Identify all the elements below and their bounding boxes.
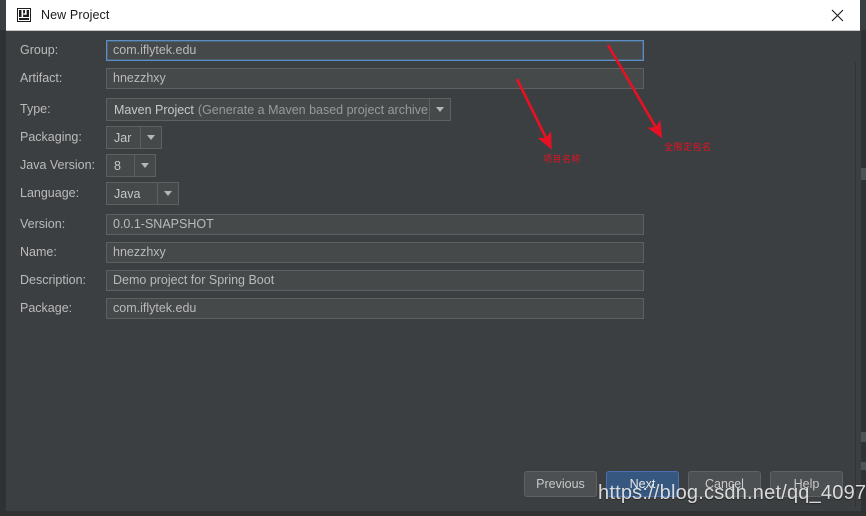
close-icon[interactable] — [814, 0, 860, 30]
label-java-version: Java Version: — [20, 158, 96, 172]
description-input[interactable]: Demo project for Spring Boot — [106, 270, 644, 291]
label-package: Package: — [20, 301, 73, 315]
form-row-type: Type: Maven Project (Generate a Maven ba… — [20, 98, 660, 121]
label-artifact: Artifact: — [20, 71, 63, 85]
form-row-description: Description: Demo project for Spring Boo… — [20, 269, 660, 292]
language-combobox[interactable]: Java — [106, 182, 179, 205]
form-row-version: Version: 0.0.1-SNAPSHOT — [20, 213, 660, 236]
form-row-package: Package: com.iflytek.edu — [20, 297, 660, 320]
label-language: Language: — [20, 186, 80, 200]
form-row-group: Group: com.iflytek.edu — [20, 39, 660, 62]
chevron-down-icon[interactable] — [134, 155, 155, 176]
chevron-down-icon[interactable] — [140, 127, 161, 148]
window-edge-speck — [861, 432, 866, 442]
java-version-combobox[interactable]: 8 — [106, 154, 156, 177]
label-description: Description: — [20, 273, 86, 287]
form-row-name: Name: hnezzhxy — [20, 241, 660, 264]
dialog-button-bar: Previous Next Cancel Help — [6, 471, 861, 497]
window-edge-bottom — [0, 511, 866, 516]
label-version: Version: — [20, 217, 66, 231]
annotation-project-name: 项目名称 — [543, 155, 582, 165]
label-type: Type: — [20, 102, 51, 116]
title-bar: New Project — [6, 0, 860, 31]
packaging-combobox[interactable]: Jar — [106, 126, 162, 149]
package-input[interactable]: com.iflytek.edu — [106, 298, 644, 319]
window-edge-right — [861, 30, 866, 516]
next-button[interactable]: Next — [606, 471, 679, 497]
previous-button[interactable]: Previous — [524, 471, 597, 497]
type-value-hint: (Generate a Maven based project archive.… — [197, 102, 429, 117]
form-row-language: Language: Java — [20, 182, 660, 205]
chevron-down-icon[interactable] — [157, 183, 178, 204]
type-combobox-value: Maven Project (Generate a Maven based pr… — [107, 99, 429, 120]
project-metadata-form: Group: com.iflytek.edu Artifact: hnezzhx… — [20, 39, 660, 325]
type-value-main: Maven Project — [114, 102, 194, 117]
version-input[interactable]: 0.0.1-SNAPSHOT — [106, 214, 644, 235]
form-row-artifact: Artifact: hnezzhxy — [20, 67, 660, 90]
help-button[interactable]: Help — [770, 471, 843, 497]
cancel-button[interactable]: Cancel — [688, 471, 761, 497]
new-project-dialog: New Project Group: com.iflytek.edu Artif… — [0, 0, 866, 516]
dialog-content: Group: com.iflytek.edu Artifact: hnezzhx… — [6, 31, 861, 511]
artifact-input[interactable]: hnezzhxy — [106, 68, 644, 89]
window-edge-speck — [861, 462, 866, 470]
type-combobox[interactable]: Maven Project (Generate a Maven based pr… — [106, 98, 451, 121]
java-version-combobox-value: 8 — [114, 158, 121, 173]
group-input[interactable]: com.iflytek.edu — [106, 40, 644, 61]
chevron-down-icon[interactable] — [429, 99, 450, 120]
name-input[interactable]: hnezzhxy — [106, 242, 644, 263]
label-group: Group: — [20, 43, 59, 57]
window-edge-speck — [861, 168, 866, 180]
window-title: New Project — [41, 8, 110, 22]
intellij-idea-icon — [16, 7, 32, 23]
packaging-combobox-value: Jar — [114, 130, 132, 145]
form-row-packaging: Packaging: Jar — [20, 126, 660, 149]
annotation-package-name: 全限定包名 — [664, 143, 712, 153]
label-packaging: Packaging: — [20, 130, 82, 144]
content-right-hairline — [855, 62, 856, 507]
label-name: Name: — [20, 245, 57, 259]
language-combobox-value: Java — [114, 186, 141, 201]
